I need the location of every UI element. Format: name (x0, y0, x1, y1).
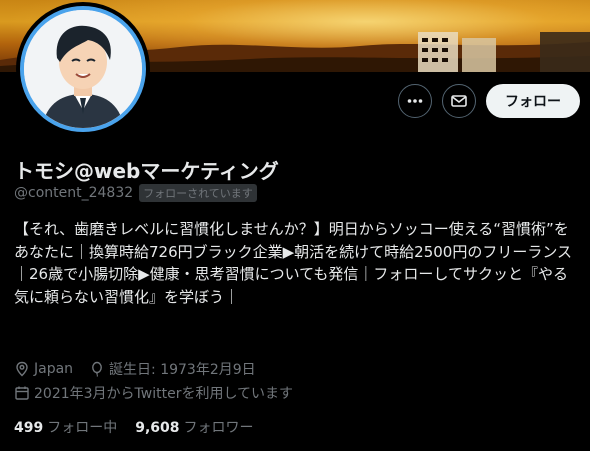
following-count: 499 (14, 420, 44, 436)
profile-bio: 【それ、歯磨きレベルに習慣化しませんか？】明日からソッコー使える“習慣術”をあな… (14, 220, 573, 306)
envelope-icon (451, 95, 467, 107)
location-text: Japan (34, 361, 74, 377)
avatar-frame[interactable] (16, 2, 150, 136)
handle-row: @content_24832 フォローされています (14, 184, 257, 202)
display-name: トモシ@webマーケティング (14, 159, 279, 183)
follow-counts: 499 フォロー中 9,608 フォロワー (14, 417, 272, 437)
more-horizontal-icon (407, 99, 423, 103)
followers-label: フォロワー (183, 420, 254, 436)
birthday-text: 誕生日: 1973年2月9日 (109, 362, 256, 378)
joined-item: 2021年3月からTwitterを利用しています (14, 383, 293, 403)
calendar-icon (15, 386, 29, 400)
follows-you-badge: フォローされています (139, 184, 257, 202)
joined-text: 2021年3月からTwitterを利用しています (34, 386, 294, 402)
avatar-illustration (24, 10, 142, 128)
followers-count: 9,608 (135, 420, 180, 436)
joined-row: 2021年3月からTwitterを利用しています (14, 383, 309, 403)
avatar[interactable] (20, 6, 146, 132)
user-handle: @content_24832 (14, 185, 134, 201)
more-options-button[interactable] (398, 84, 432, 118)
following-label: フォロー中 (47, 420, 118, 436)
balloon-icon (92, 361, 102, 377)
profile-meta-row: Japan 誕生日: 1973年2月9日 (14, 359, 272, 379)
followers-link[interactable]: 9,608 フォロワー (135, 417, 253, 437)
following-link[interactable]: 499 フォロー中 (14, 417, 117, 437)
birthday-item: 誕生日: 1973年2月9日 (89, 359, 256, 379)
location-pin-icon (16, 361, 28, 377)
follow-button[interactable]: フォロー (486, 84, 580, 118)
message-button[interactable] (442, 84, 476, 118)
location-item: Japan (14, 361, 73, 377)
